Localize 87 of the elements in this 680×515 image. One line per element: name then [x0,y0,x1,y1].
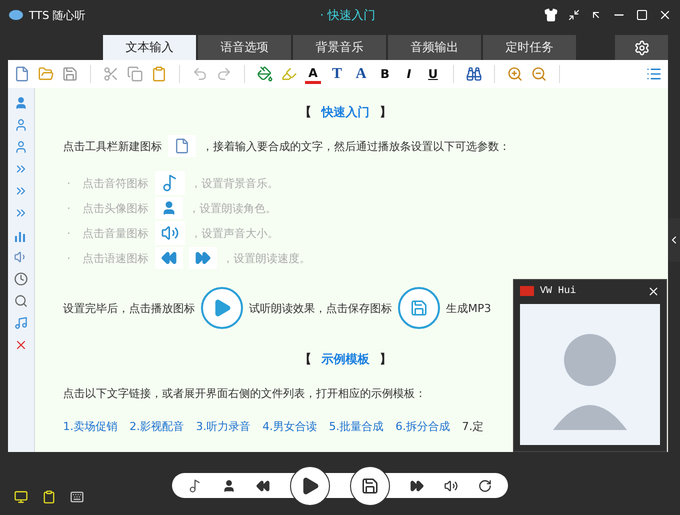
bullet-text: ，设置声音大小。 [190,226,278,240]
window-title: TTS 随心听 [29,8,86,22]
folder-icon[interactable] [38,66,54,82]
format-button[interactable]: A [353,66,369,82]
bracket: 【 [300,351,312,368]
delete-icon[interactable] [14,338,28,352]
person-icon[interactable] [222,478,236,492]
example-link[interactable]: 5.批量合成 [329,419,384,434]
rewind-icon [160,250,176,266]
binoculars-icon[interactable] [466,66,482,82]
music-note-icon[interactable] [14,316,28,330]
bracket: 】 [380,104,392,121]
example-link[interactable]: 2.影视配音 [130,419,184,434]
person-icon [160,200,176,216]
example-link[interactable]: 4.男女合读 [262,419,317,434]
zoom-out-icon[interactable] [531,66,547,82]
bullet-text: ，设置朗读角色。 [188,200,276,216]
example-link[interactable]: 1.卖场促销 [63,419,118,434]
section-heading: 快速入门 [322,104,370,121]
rewind-icon[interactable] [256,478,270,492]
keyboard-icon[interactable] [70,490,84,504]
bullet-text: 点击头像图标 [82,200,148,216]
copy-icon[interactable] [127,66,143,82]
music-note-icon [160,174,178,192]
settings-button[interactable] [615,35,668,60]
instruction-text: 试听朗读效果，点击保存图标 [249,300,392,316]
instruction-text: 设置完毕后，点击播放图标 [63,300,195,316]
tab[interactable]: 语音选项 [198,35,291,60]
fast-forward-icon[interactable] [410,478,424,492]
tab[interactable]: 背景音乐 [293,35,386,60]
paste-icon[interactable] [151,66,167,82]
new-file-icon[interactable] [14,66,30,82]
music-note-icon[interactable] [188,478,202,492]
format-button[interactable]: I [401,66,417,82]
monitor-icon[interactable] [14,490,28,504]
refresh-icon[interactable] [478,478,492,492]
clock-icon[interactable] [14,272,28,286]
bullet-text: 点击音量图标 [82,226,148,240]
format-button[interactable]: A [305,64,321,84]
arrow-icon[interactable] [590,9,602,21]
speaker-icon [160,224,178,242]
format-button[interactable]: T [329,66,345,82]
bracket: 【 [300,104,312,121]
collapse-icon[interactable] [568,9,580,21]
example-link[interactable]: 7.定 [462,419,484,434]
close-icon[interactable] [647,284,660,298]
bullet-text: ，设置背景音乐。 [190,176,278,190]
list-icon[interactable] [646,66,662,82]
save-icon[interactable] [62,66,78,82]
format-button[interactable]: B [377,66,393,82]
section-heading: 示例模板 [322,351,370,368]
save-icon [410,299,428,317]
bracket: 】 [380,351,392,368]
paint-bucket-icon[interactable] [257,66,273,82]
instruction-text: 点击以下文字链接，或者展开界面右侧的文件列表，打开相应的示例模板： [63,386,427,401]
zoom-in-icon[interactable] [507,66,523,82]
play-button[interactable] [290,466,330,506]
bullet-marker: · [67,226,70,240]
new-file-icon [174,138,190,154]
save-icon [361,476,379,494]
scissors-icon[interactable] [103,66,119,82]
window-subtitle: · 快速入门 [320,7,376,24]
close-icon[interactable] [658,8,672,22]
fast-forward-icon [194,250,210,266]
maximize-icon[interactable] [636,9,648,21]
shirt-icon[interactable] [544,8,558,22]
clipboard-icon[interactable] [42,490,56,504]
save-button[interactable] [350,466,390,506]
example-link[interactable]: 3.听力录音 [196,419,250,434]
settings-icon [634,40,650,56]
tab[interactable]: 音频输出 [388,35,481,60]
bullet-marker: · [67,176,70,190]
tab[interactable]: 定时任务 [483,35,576,60]
instruction-text: 点击工具栏新建图标 [63,138,162,154]
voice-name: VW Hui [540,286,576,296]
example-link[interactable]: 6.拆分合成 [396,419,450,434]
bullet-marker: · [67,252,70,264]
bullet-marker: · [67,202,70,214]
instruction-text: ，接着输入要合成的文字，然后通过播放条设置以下可选参数： [202,138,510,154]
tab[interactable]: 文本输入 [103,35,196,60]
bullet-text: 点击音符图标 [82,176,148,190]
speaker-icon[interactable] [444,478,458,492]
format-button[interactable]: U [425,66,441,82]
collapse-handle[interactable] [668,218,680,262]
bullet-text: ，设置朗读速度。 [222,250,310,266]
instruction-text: 生成MP3 [446,300,492,316]
bullet-text: 点击语速图标 [82,250,148,266]
